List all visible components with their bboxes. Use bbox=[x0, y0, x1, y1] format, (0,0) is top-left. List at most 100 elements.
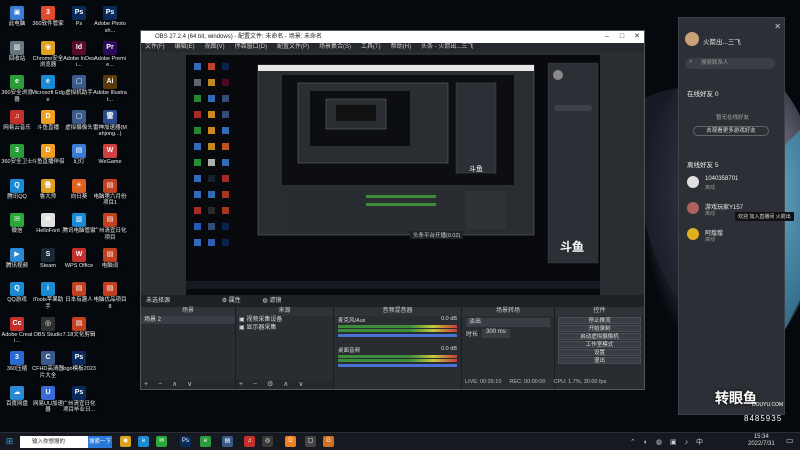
obs-menu-item[interactable]: 停靠窗口(D) bbox=[235, 43, 267, 52]
explorer-icon[interactable]: ▤ bbox=[222, 436, 233, 447]
source-item[interactable]: ▣ 视频采集设备 bbox=[236, 316, 333, 324]
desktop-icon[interactable]: 3 360压缩 bbox=[0, 351, 34, 373]
desktop-icon[interactable]: H HelloFont bbox=[31, 213, 65, 235]
desktop-icon[interactable]: ☁ 百度网盘 bbox=[0, 385, 34, 408]
desktop-icon[interactable]: ▥ 回收站 bbox=[0, 40, 34, 63]
chrome-icon[interactable]: ◉ bbox=[120, 436, 131, 447]
desktop-icon[interactable]: ◎ OBS Studio bbox=[31, 316, 65, 339]
desktop-icon[interactable]: U 网易UU加速器 bbox=[31, 385, 65, 414]
notification-icon[interactable]: ▭ bbox=[786, 436, 794, 445]
control-button[interactable]: 启动虚拟摄像机 bbox=[558, 333, 641, 340]
obs-menu-item[interactable]: 工具(T) bbox=[361, 43, 381, 52]
obs-menu-item[interactable]: 文件(F) bbox=[145, 43, 165, 52]
desktop-icon[interactable]: i iTools苹果助手 bbox=[31, 282, 65, 310]
desktop-icon[interactable]: Id Adobe InDesi... bbox=[62, 40, 96, 69]
desktop-icon[interactable]: e Microsoft Edge bbox=[31, 75, 65, 103]
desktop-icon[interactable]: ▥ 腾讯电脑管家 bbox=[62, 213, 96, 235]
taskbar-search-button[interactable]: 搜索一下 bbox=[88, 436, 112, 448]
scene-item[interactable]: 场景 2 bbox=[141, 316, 235, 324]
offline-friends-header[interactable]: 离线好友 5 bbox=[687, 159, 718, 169]
live-companion-icon[interactable]: G bbox=[323, 436, 334, 447]
avatar[interactable] bbox=[687, 202, 699, 214]
desktop-icon[interactable]: ▢ 虚拟机助手 bbox=[62, 75, 96, 97]
avatar[interactable] bbox=[687, 176, 699, 188]
close-icon[interactable]: ✕ bbox=[774, 22, 781, 31]
desktop-icon[interactable]: ▤ 7.18文化剪辑 bbox=[62, 316, 96, 339]
desktop-icon[interactable] bbox=[93, 351, 127, 366]
desktop-icon[interactable]: Pr Adobe Premie... bbox=[93, 40, 127, 69]
desktop-icon[interactable]: ☀ 向日葵 bbox=[62, 178, 96, 201]
desktop-icon[interactable]: ▤ 电脑优品项目8 bbox=[93, 282, 127, 310]
avatar[interactable] bbox=[685, 32, 699, 46]
control-button[interactable]: 工作室模式 bbox=[558, 341, 641, 348]
desktop-icon[interactable]: Q 腾讯QQ bbox=[0, 178, 34, 201]
desktop-icon[interactable]: 3 360安全卫士 bbox=[0, 144, 34, 166]
control-button[interactable]: 停止推流 bbox=[558, 317, 641, 324]
desktop-icon[interactable]: ▣ 此电脑 bbox=[0, 6, 34, 28]
sources-toolbar[interactable]: + − ⚙ ∧ ∨ bbox=[236, 380, 333, 389]
obs-menu-item[interactable]: 配置文件(P) bbox=[277, 43, 309, 52]
taskbar-search-input[interactable]: 输入你想搜的 bbox=[20, 436, 88, 448]
transition-select[interactable]: 淡出 bbox=[466, 318, 550, 327]
clock[interactable]: 15:34 2022/7/31 bbox=[748, 434, 775, 448]
netease-music-icon[interactable]: ♫ bbox=[244, 436, 255, 447]
desktop-icon[interactable]: ▤ 广州清宜日化项目 bbox=[93, 213, 127, 241]
desktop-icon[interactable]: Cc Adobe Creati... bbox=[0, 316, 34, 345]
filters-button[interactable]: ◍ 滤镜 bbox=[262, 298, 291, 304]
desktop-icon[interactable]: Ps Adobe Photosh... bbox=[93, 6, 127, 34]
desktop-icon[interactable]: Q QQ游戏 bbox=[0, 282, 34, 304]
obs-menu-item[interactable]: 场景集合(S) bbox=[319, 43, 351, 52]
online-friends-header[interactable]: 在线好友 0 bbox=[687, 88, 718, 98]
desktop-icon[interactable]: ▤ 电脑第六月份项目1 bbox=[93, 178, 127, 207]
maximize-icon[interactable]: □ bbox=[615, 31, 629, 43]
properties-button[interactable]: ⚙ 属性 bbox=[222, 298, 251, 304]
search-input[interactable]: 搜索联系人 bbox=[685, 58, 775, 69]
desktop-icon[interactable]: D 斗鱼直播伴侣 bbox=[31, 144, 65, 166]
desktop-icon[interactable]: 鲁鲁大师 bbox=[31, 178, 65, 201]
desktop-icon[interactable]: Ps Ps bbox=[62, 6, 96, 28]
scenes-toolbar[interactable]: + − ∧ ∨ bbox=[141, 380, 235, 389]
desktop-icon[interactable]: ◉ Chrome安全浏览器 bbox=[31, 40, 65, 69]
desktop-icon[interactable]: W WeGame bbox=[93, 144, 127, 166]
desktop-icon[interactable]: ✉ 微信 bbox=[0, 213, 34, 235]
desktop-icon[interactable]: ▶ 腾讯视频 bbox=[0, 247, 34, 270]
desktop-icon[interactable]: Ps 广州清宜日化项目毕业日... bbox=[62, 385, 96, 414]
wechat-icon[interactable]: ✉ bbox=[156, 436, 167, 447]
desktop-icon[interactable]: 3 360软件管家 bbox=[31, 6, 65, 28]
minimize-icon[interactable]: – bbox=[600, 31, 614, 43]
desktop-icon[interactable] bbox=[93, 317, 127, 332]
desktop-icon[interactable]: W WPS Office bbox=[62, 247, 96, 270]
control-button[interactable]: 开始录制 bbox=[558, 325, 641, 332]
friend-name[interactable]: 1040358701 bbox=[705, 176, 738, 182]
obs-menu-item[interactable]: 视图(V) bbox=[205, 43, 225, 52]
obs-menu-item[interactable]: 编辑(E) bbox=[175, 43, 195, 52]
watch-friends-button[interactable]: 去观看更多游戏好友 bbox=[693, 126, 769, 136]
desktop-icon[interactable]: S Steam bbox=[31, 247, 65, 270]
desktop-icon[interactable]: ♫ 网易云音乐 bbox=[0, 109, 34, 132]
desktop-icon[interactable]: C CFHD高清图片大全 bbox=[31, 351, 65, 379]
desktop-icon[interactable]: e 360安全浏览器 bbox=[0, 75, 34, 103]
desktop-icon[interactable]: ▤ 电脑词 bbox=[93, 247, 127, 270]
obs-taskbar-icon[interactable]: ◎ bbox=[262, 436, 273, 447]
desktop-icon[interactable]: 雷雷神加速器(Mahjong...) bbox=[93, 109, 127, 138]
desktop-icon[interactable]: ▢ 虚拟摄像头 bbox=[62, 109, 96, 132]
control-button[interactable]: 设置 bbox=[558, 349, 641, 356]
obs-menu-item[interactable]: 头条 - 火箭出...三飞 bbox=[421, 43, 473, 52]
desktop-icon[interactable]: Ps logo模板2023 bbox=[62, 351, 96, 373]
close-icon[interactable]: ✕ bbox=[630, 31, 644, 43]
duration-input[interactable]: 300 ms bbox=[482, 329, 510, 338]
source-item[interactable]: ▣ 显示器采集 bbox=[236, 324, 333, 332]
avatar[interactable] bbox=[687, 228, 699, 240]
desktop-icon[interactable]: ▤ 幻灯 bbox=[62, 144, 96, 166]
control-button[interactable]: 退出 bbox=[558, 357, 641, 364]
desktop-icon[interactable]: Ai Adobe Illustrat... bbox=[93, 75, 127, 103]
obs-preview[interactable]: 斗鱼 斗鱼 头条平台开播(0.02) bbox=[186, 55, 600, 295]
volume-slider[interactable] bbox=[338, 364, 457, 367]
windows-start-icon[interactable]: ⊞ bbox=[4, 436, 15, 447]
volume-slider[interactable] bbox=[338, 334, 457, 337]
browser-icon[interactable]: e bbox=[200, 436, 211, 447]
system-tray[interactable]: ⌃ ◐ ◍ ▣ ♪ 中 bbox=[630, 437, 706, 447]
edge-icon[interactable]: e bbox=[138, 436, 149, 447]
photoshop-icon[interactable]: Ps bbox=[180, 436, 191, 447]
desktop-icon[interactable]: ▤ 日本有趣人 bbox=[62, 282, 96, 304]
